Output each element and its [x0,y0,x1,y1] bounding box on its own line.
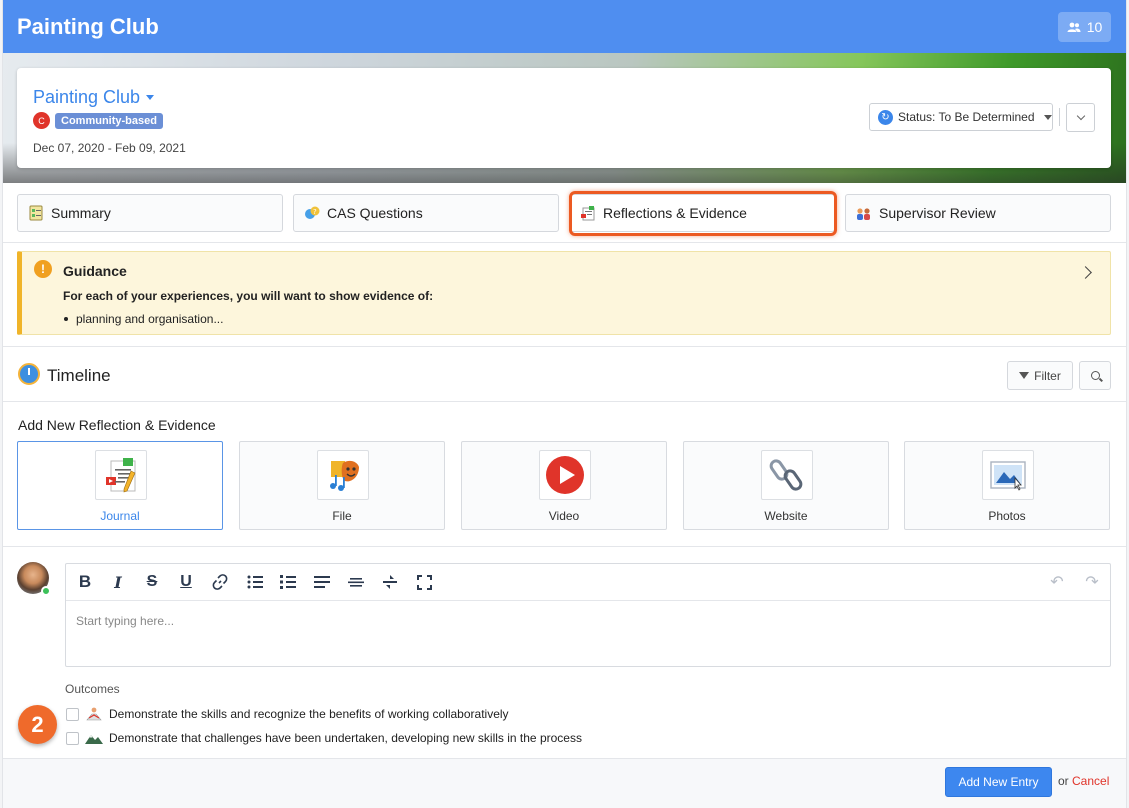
members-button[interactable]: 10 [1058,12,1111,42]
photos-icon [990,461,1026,491]
online-status-icon [41,586,51,596]
summary-icon [29,205,43,221]
file-icon [330,460,359,491]
outcome-text: Demonstrate that challenges have been un… [109,731,582,745]
tab-cas-questions[interactable]: ? CAS Questions [293,194,559,232]
club-name-dropdown[interactable]: Painting Club [33,87,155,108]
club-dates: Dec 07, 2020 - Feb 09, 2021 [33,141,186,155]
outcomes-label: Outcomes [65,682,120,696]
bold-icon[interactable]: B [76,572,94,591]
guidance-list-item: planning and organisation... [64,312,223,326]
cancel-link[interactable]: Cancel [1072,774,1109,788]
tab-summary[interactable]: Summary [17,194,283,232]
strikethrough-icon[interactable]: S [143,573,161,591]
members-count: 10 [1086,19,1103,35]
exclamation-icon: ! [34,260,52,278]
outcome-checkbox[interactable] [66,707,79,721]
horizontal-rule-icon[interactable] [347,573,365,591]
add-photos-button[interactable]: Photos [904,441,1110,530]
questions-icon: ? [305,206,320,219]
top-bar: Painting Club 10 [3,0,1126,53]
users-icon [1067,22,1081,32]
clear-format-icon[interactable] [381,573,399,591]
step-number-badge: 2 [18,705,57,744]
align-left-icon[interactable] [313,573,331,591]
guidance-panel: ! Guidance For each of your experiences,… [17,251,1111,335]
collaboration-icon [86,707,102,721]
video-icon [546,456,584,494]
add-website-button[interactable]: Website [683,441,889,530]
bullet-list-icon[interactable] [246,573,264,591]
reflections-icon [581,206,595,221]
mountain-icon [85,735,103,744]
tab-label: CAS Questions [327,205,423,221]
caret-down-icon [146,95,155,100]
status-dropdown[interactable]: ↻ Status: To Be Determined [869,103,1053,131]
tab-label: Summary [51,205,111,221]
add-new-entry-button[interactable]: Add New Entry [945,767,1052,797]
filter-button[interactable]: Filter [1007,361,1073,390]
timeline-title: Timeline [47,366,111,385]
more-options-button[interactable] [1066,103,1095,132]
numbered-list-icon[interactable] [279,573,297,591]
chevron-right-icon[interactable] [1079,266,1092,279]
category-initial-icon: C [33,112,50,129]
redo-icon[interactable]: ↷ [1083,573,1101,591]
tab-label: Supervisor Review [879,205,996,221]
supervisor-icon [857,208,870,220]
add-type-label: Website [764,509,808,523]
club-tags: C Community-based [33,112,163,129]
editor-input[interactable]: Start typing here... [76,614,174,628]
fullscreen-icon[interactable] [415,573,433,591]
app-window: Painting Club 10 Painting Club C Communi… [2,0,1127,808]
outcome-item-collaboration[interactable]: Demonstrate the skills and recognize the… [66,707,509,721]
search-icon [1090,371,1100,380]
entry-composer: B I S U ↶ ↷ Start typing here... Outcome… [3,546,1126,758]
or-text: or [1058,774,1069,788]
tab-reflections-evidence[interactable]: Reflections & Evidence [569,194,835,232]
outcome-item-challenges[interactable]: Demonstrate that challenges have been un… [66,731,582,745]
rich-text-editor: B I S U ↶ ↷ Start typing here... [65,563,1111,667]
add-journal-button[interactable]: Journal [17,441,223,530]
tab-supervisor-review[interactable]: Supervisor Review [845,194,1111,232]
composer-footer: Add New Entry or Cancel [3,758,1126,808]
link-icon [769,459,803,491]
journal-icon [106,458,136,493]
search-button[interactable] [1079,361,1111,390]
app-title: Painting Club [17,14,159,39]
add-type-label: Photos [988,509,1026,523]
filter-label: Filter [1034,368,1061,383]
tab-label: Reflections & Evidence [603,205,747,221]
guidance-text: For each of your experiences, you will w… [63,289,434,303]
link-icon[interactable] [211,573,229,591]
italic-icon[interactable]: I [109,573,127,592]
tab-bar: Summary ? CAS Questions Reflections & Ev… [3,183,1126,243]
funnel-icon [1019,372,1030,379]
caret-down-icon [1043,114,1052,120]
add-type-label: Journal [100,509,140,523]
category-badge: Community-based [55,112,163,129]
editor-toolbar: B I S U ↶ ↷ [66,564,1110,601]
clock-icon [18,363,40,385]
add-type-label: Video [548,509,580,523]
add-new-title: Add New Reflection & Evidence [18,417,216,433]
club-name: Painting Club [33,87,141,107]
add-file-button[interactable]: File [239,441,445,530]
add-video-button[interactable]: Video [461,441,667,530]
add-type-label: File [332,509,352,523]
guidance-title: Guidance [63,263,127,279]
underline-icon[interactable]: U [177,573,195,591]
outcome-text: Demonstrate the skills and recognize the… [109,707,509,721]
status-label: Status: To Be Determined [898,110,1035,124]
club-card: Painting Club C Community-based Dec 07, … [17,68,1111,168]
undo-icon[interactable]: ↶ [1048,573,1066,591]
timeline-header: Timeline Filter [3,346,1126,402]
outcome-checkbox[interactable] [66,731,79,745]
club-banner: Painting Club C Community-based Dec 07, … [3,53,1126,183]
chevron-down-icon [1076,111,1085,121]
refresh-icon: ↻ [878,109,893,125]
svg-text:?: ? [313,208,317,216]
bullet-icon [64,317,68,321]
